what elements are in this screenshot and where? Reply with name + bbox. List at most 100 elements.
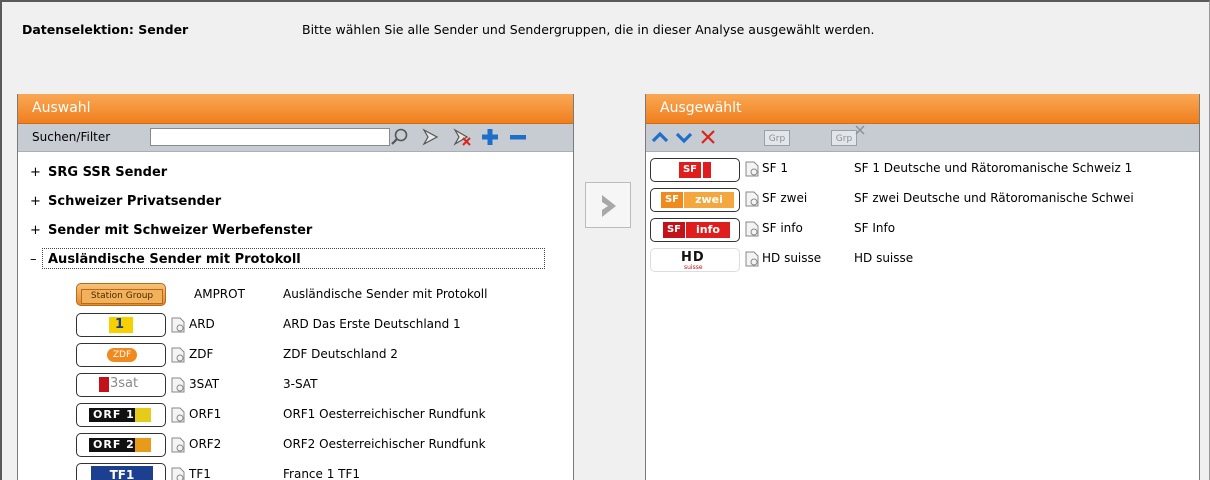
channel-name: France 1 TF1 <box>283 467 361 480</box>
page-title: Datenselektion: Sender <box>22 22 189 37</box>
collapse-all-icon[interactable] <box>508 127 528 147</box>
channel-code: 3SAT <box>189 377 220 391</box>
station-group-logo: Station Group <box>76 283 166 306</box>
sfinfo-logo-text: info <box>686 222 730 238</box>
list-item[interactable]: Station Group AMPROT Ausländische Sender… <box>18 280 573 310</box>
header-bar: Datenselektion: Sender Bitte wählen Sie … <box>2 2 1209 92</box>
channel-name: ORF1 Oesterreichischer Rundfunk <box>283 407 486 421</box>
remove-icon[interactable] <box>698 127 718 147</box>
tree-group-srg[interactable]: + SRG SSR Sender <box>18 159 573 187</box>
create-group-button[interactable]: Grp <box>764 130 790 146</box>
sfzwei-logo-mark: SF <box>661 192 683 208</box>
channel-code: ORF2 <box>189 437 222 451</box>
orf2-logo-accent <box>135 438 151 452</box>
clear-filter-icon[interactable] <box>452 127 472 147</box>
channel-code: ARD <box>189 317 215 331</box>
sfinfo-logo: SF info <box>650 218 740 242</box>
3sat-logo: 3sat <box>76 373 166 397</box>
tree-group-label: SRG SSR Sender <box>48 165 168 180</box>
remove-group-button[interactable]: Grp <box>831 130 857 146</box>
channel-name: ZDF Deutschland 2 <box>283 347 398 361</box>
list-item[interactable]: ORF 2 ORF2 ORF2 Oesterreichischer Rundfu… <box>18 430 573 460</box>
search-label: Suchen/Filter <box>32 130 111 144</box>
add-selection-button[interactable] <box>585 182 631 228</box>
tree-group-auslaendisch[interactable]: – Ausländische Sender mit Protokoll <box>18 246 573 274</box>
channel-code: SF zwei <box>762 191 808 205</box>
tree-group-label: Ausländische Sender mit Protokoll <box>48 252 301 267</box>
orf1-logo: ORF 1 <box>76 403 166 427</box>
expand-toggle[interactable]: + <box>30 223 41 238</box>
channel-document-icon <box>745 161 759 177</box>
selection-panel: Auswahl Suchen/Filter + SRG SSR Sender +… <box>17 94 574 480</box>
channel-name: ARD Das Erste Deutschland 1 <box>283 317 461 331</box>
3sat-logo-mark <box>99 377 109 392</box>
list-item[interactable]: SF info SF info SF Info <box>646 215 1199 245</box>
selected-panel-title: Ausgewählt <box>646 94 1199 124</box>
channel-document-icon <box>171 317 185 333</box>
hdsuisse-logo-sub: suisse <box>684 264 703 271</box>
list-item[interactable]: SF SF 1 SF 1 Deutsche und Rätoromanische… <box>646 155 1199 185</box>
ard-logo: 1 <box>76 313 166 337</box>
move-up-icon[interactable] <box>650 127 670 147</box>
channel-name: Ausländische Sender mit Protokoll <box>283 287 488 301</box>
orf2-logo: ORF 2 <box>76 433 166 457</box>
tf1-logo: TF1 <box>76 463 166 480</box>
channel-code: AMPROT <box>194 287 245 301</box>
channel-document-icon <box>171 467 185 480</box>
channel-code: HD suisse <box>762 251 822 265</box>
expand-toggle[interactable]: + <box>30 194 41 209</box>
3sat-logo-text: 3sat <box>110 376 139 391</box>
channel-code: ZDF <box>189 347 214 361</box>
move-down-icon[interactable] <box>674 127 694 147</box>
channel-document-icon <box>171 347 185 363</box>
sf1-logo-bar <box>703 162 711 178</box>
ard-logo-mark: 1 <box>115 317 125 332</box>
expand-toggle[interactable]: + <box>30 165 41 180</box>
channel-name: SF Info <box>854 221 896 235</box>
tree-group-label: Sender mit Schweizer Werbefenster <box>48 223 313 238</box>
channel-name: SF 1 Deutsche und Rätoromanische Schweiz… <box>854 161 1133 175</box>
list-item[interactable]: TF1 TF1 France 1 TF1 <box>18 460 573 480</box>
channel-document-icon <box>171 377 185 393</box>
list-item[interactable]: 1 ARD ARD Das Erste Deutschland 1 <box>18 310 573 340</box>
channel-code: TF1 <box>189 467 211 480</box>
zdf-logo-text: ZDF <box>107 348 137 362</box>
search-input[interactable] <box>150 128 390 146</box>
hdsuisse-logo: HD suisse <box>650 248 740 272</box>
page-description: Bitte wählen Sie alle Sender und Senderg… <box>302 22 875 37</box>
sf1-logo: SF <box>650 158 740 182</box>
channel-document-icon <box>745 191 759 207</box>
sfzwei-logo-text: zwei <box>684 192 734 208</box>
collapse-toggle[interactable]: – <box>30 252 37 267</box>
remove-group-x-icon <box>855 125 865 135</box>
channel-code: SF info <box>762 221 803 235</box>
list-item[interactable]: HD suisse HD suisse HD suisse <box>646 245 1199 275</box>
sfinfo-logo-mark: SF <box>663 222 685 238</box>
selection-panel-title: Auswahl <box>18 94 573 124</box>
channel-name: HD suisse <box>854 251 914 265</box>
tree-group-label: Schweizer Privatsender <box>48 194 222 209</box>
expand-all-icon[interactable] <box>480 127 500 147</box>
station-group-logo-text: Station Group <box>81 289 163 304</box>
search-icon[interactable] <box>390 127 410 147</box>
list-item[interactable]: 3sat 3SAT 3-SAT <box>18 370 573 400</box>
filter-icon[interactable] <box>420 127 440 147</box>
channel-document-icon <box>171 437 185 453</box>
orf1-logo-accent <box>135 408 151 422</box>
tf1-logo-text: TF1 <box>91 466 153 480</box>
sfzwei-logo: SF zwei <box>650 188 740 212</box>
tree-group-werbefenster[interactable]: + Sender mit Schweizer Werbefenster <box>18 217 573 245</box>
tree-group-privat[interactable]: + Schweizer Privatsender <box>18 188 573 216</box>
channel-document-icon <box>171 407 185 423</box>
channel-name: SF zwei Deutsche und Rätoromanische Schw… <box>854 191 1134 205</box>
selected-toolbar: Grp Grp <box>646 124 1199 152</box>
channel-document-icon <box>745 221 759 237</box>
list-item[interactable]: SF zwei SF zwei SF zwei Deutsche und Rät… <box>646 185 1199 215</box>
sf1-logo-mark: SF <box>679 162 701 178</box>
channel-code: SF 1 <box>762 161 788 175</box>
channel-name: 3-SAT <box>283 377 318 391</box>
zdf-logo: ZDF <box>76 343 166 367</box>
list-item[interactable]: ORF 1 ORF1 ORF1 Oesterreichischer Rundfu… <box>18 400 573 430</box>
search-toolbar: Suchen/Filter <box>18 124 573 152</box>
list-item[interactable]: ZDF ZDF ZDF Deutschland 2 <box>18 340 573 370</box>
